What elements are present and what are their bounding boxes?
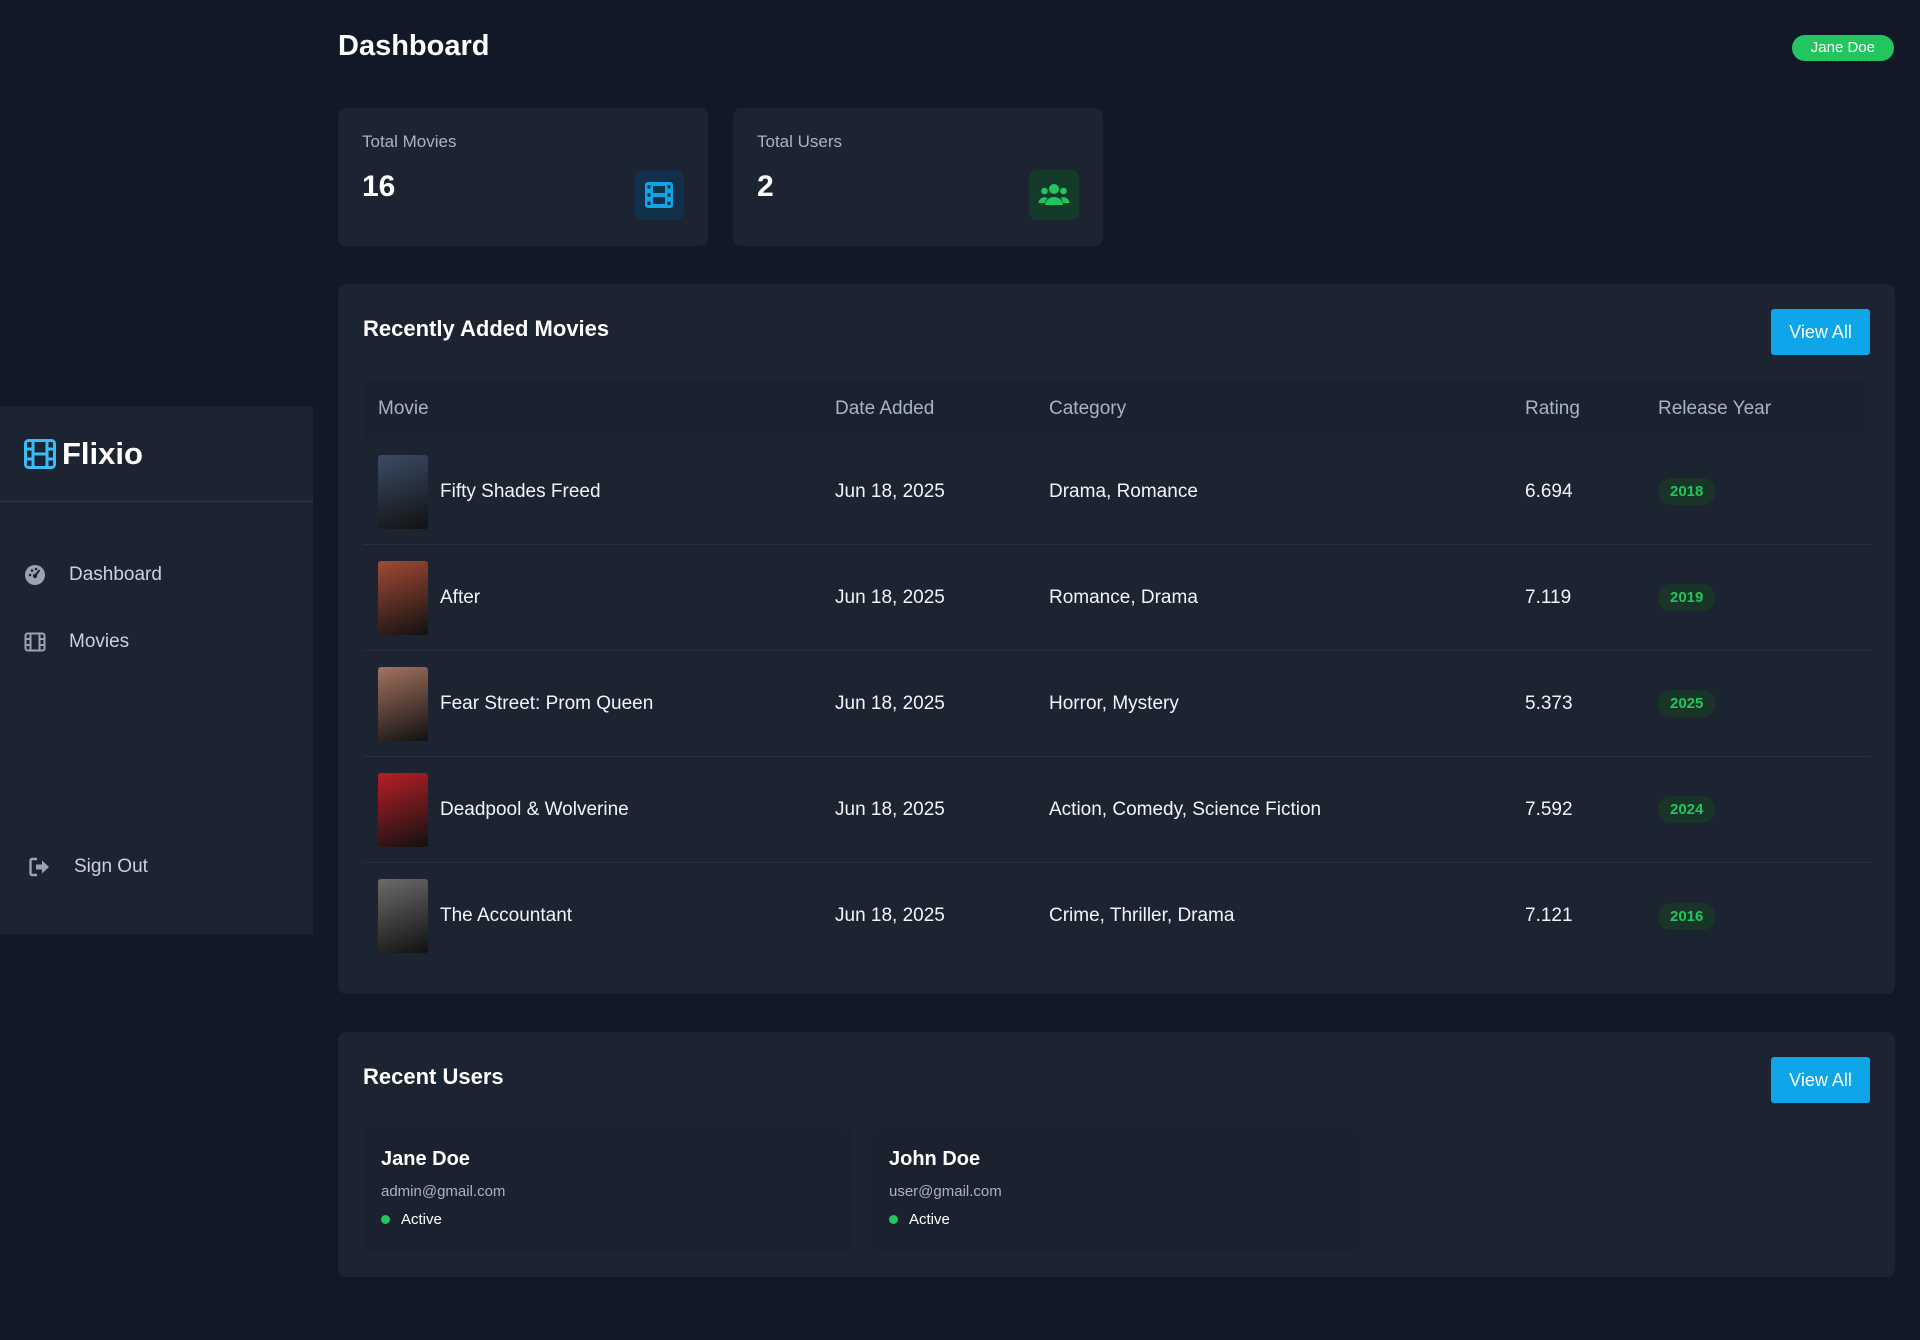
stat-icon [1029, 170, 1079, 220]
sidebar-item-movies[interactable]: Movies [0, 617, 313, 667]
movie-poster [378, 879, 428, 953]
release-year-cell: 2016 [1658, 902, 1870, 930]
table-row[interactable]: Fifty Shades Freed Jun 18, 2025 Drama, R… [363, 439, 1870, 545]
sign-out-label: Sign Out [74, 856, 148, 877]
sidebar-item-label: Dashboard [69, 564, 162, 585]
recent-users-panel: Recent Users View All Jane Doe admin@gma… [338, 1032, 1895, 1277]
date-added: Jun 18, 2025 [835, 586, 945, 608]
rating: 7.592 [1525, 798, 1573, 820]
release-year-cell: 2018 [1658, 478, 1870, 505]
stat-label: Total Movies [362, 132, 457, 151]
movie-cell: After [363, 560, 835, 635]
column-header[interactable]: Rating [1525, 398, 1658, 420]
movies-table: Movie Date Added Category Rating Release… [363, 379, 1870, 969]
dashboard-icon [25, 565, 45, 585]
user-status: Active [381, 1211, 835, 1228]
stat-label: Total Users [757, 132, 843, 151]
user-card[interactable]: John Doe user@gmail.com Active [871, 1128, 1361, 1251]
column-header[interactable]: Movie [363, 398, 835, 420]
user-badge[interactable]: Jane Doe [1791, 35, 1894, 61]
movie-cell: Fear Street: Prom Queen [363, 666, 835, 741]
category: Drama, Romance [1049, 480, 1198, 502]
release-year-cell: 2024 [1658, 796, 1870, 823]
date-added: Jun 18, 2025 [835, 905, 945, 926]
user-card[interactable]: Jane Doe admin@gmail.com Active [363, 1128, 853, 1251]
status-dot-icon [381, 1215, 390, 1224]
movie-title[interactable]: After [440, 587, 480, 609]
panel-title: Recently Added Movies [363, 316, 610, 341]
movie-cell: Fifty Shades Freed [363, 454, 835, 529]
rating: 5.373 [1525, 692, 1573, 714]
rating: 7.119 [1525, 586, 1572, 608]
sign-out-button[interactable]: Sign Out [29, 856, 148, 878]
movie-title[interactable]: The Accountant [440, 905, 572, 927]
date-added: Jun 18, 2025 [835, 480, 945, 502]
user-name: Jane Doe [381, 1148, 470, 1170]
movie-poster [378, 560, 428, 635]
rating: 7.121 [1525, 905, 1573, 926]
status-text: Active [401, 1211, 442, 1228]
year-badge: 2018 [1658, 478, 1716, 505]
column-header[interactable]: Release Year [1658, 398, 1870, 420]
category: Romance, Drama [1049, 586, 1198, 608]
user-status: Active [889, 1211, 1343, 1228]
movie-poster [378, 772, 428, 847]
movie-cell: The Accountant [363, 879, 835, 953]
brand-name: Flixio [62, 435, 143, 471]
sidebar-item-label: Movies [69, 631, 130, 652]
column-header[interactable]: Category [1049, 398, 1525, 420]
recent-movies-panel: Recently Added Movies View All Movie Dat… [338, 284, 1895, 994]
category: Crime, Thriller, Drama [1049, 905, 1235, 926]
date-added: Jun 18, 2025 [835, 692, 945, 714]
sidebar-item-dashboard[interactable]: Dashboard [0, 550, 313, 600]
sidebar-nav: Dashboard Movies [0, 502, 313, 667]
status-dot-icon [889, 1215, 898, 1224]
stat-card-users: Total Users 2 [733, 108, 1103, 246]
brand[interactable]: Flixio [0, 406, 313, 502]
category: Horror, Mystery [1049, 692, 1179, 714]
movie-title[interactable]: Deadpool & Wolverine [440, 799, 629, 821]
film-icon [24, 438, 56, 469]
users-icon [1038, 184, 1070, 205]
movie-title[interactable]: Fear Street: Prom Queen [440, 693, 653, 715]
view-all-users-button[interactable]: View All [1771, 1057, 1870, 1103]
year-badge: 2016 [1658, 902, 1716, 930]
stat-card-movies: Total Movies 16 [338, 108, 708, 246]
table-row[interactable]: After Jun 18, 2025 Romance, Drama 7.119 … [363, 545, 1870, 651]
year-badge: 2024 [1658, 796, 1716, 823]
category: Action, Comedy, Science Fiction [1049, 798, 1322, 820]
film-icon [24, 632, 46, 652]
table-row[interactable]: Fear Street: Prom Queen Jun 18, 2025 Hor… [363, 651, 1870, 757]
year-badge: 2025 [1658, 690, 1716, 717]
stat-icon [634, 170, 684, 220]
sidebar: Flixio Dashboard Movies Sign Out [0, 406, 313, 934]
sign-out-icon [29, 857, 49, 877]
user-name: John Doe [889, 1148, 981, 1170]
date-added: Jun 18, 2025 [835, 798, 945, 820]
column-header[interactable]: Date Added [835, 398, 1049, 420]
movie-poster [378, 454, 428, 529]
table-header: Movie Date Added Category Rating Release… [363, 379, 1870, 439]
rating: 6.694 [1525, 480, 1573, 502]
table-row[interactable]: The Accountant Jun 18, 2025 Crime, Thril… [363, 863, 1870, 969]
view-all-movies-button[interactable]: View All [1771, 309, 1870, 355]
table-row[interactable]: Deadpool & Wolverine Jun 18, 2025 Action… [363, 757, 1870, 863]
user-email: admin@gmail.com [381, 1183, 506, 1200]
release-year-cell: 2019 [1658, 584, 1870, 611]
panel-title: Recent Users [363, 1064, 504, 1089]
movie-title[interactable]: Fifty Shades Freed [440, 481, 601, 503]
year-badge: 2019 [1658, 584, 1716, 611]
status-text: Active [909, 1211, 950, 1228]
page-title: Dashboard [338, 30, 490, 62]
user-email: user@gmail.com [889, 1183, 1002, 1200]
movie-cell: Deadpool & Wolverine [363, 772, 835, 847]
release-year-cell: 2025 [1658, 690, 1870, 717]
movie-poster [378, 666, 428, 741]
film-icon [645, 182, 673, 208]
app-root: Flixio Dashboard Movies Sign Out Dashboa… [0, 0, 1920, 1340]
